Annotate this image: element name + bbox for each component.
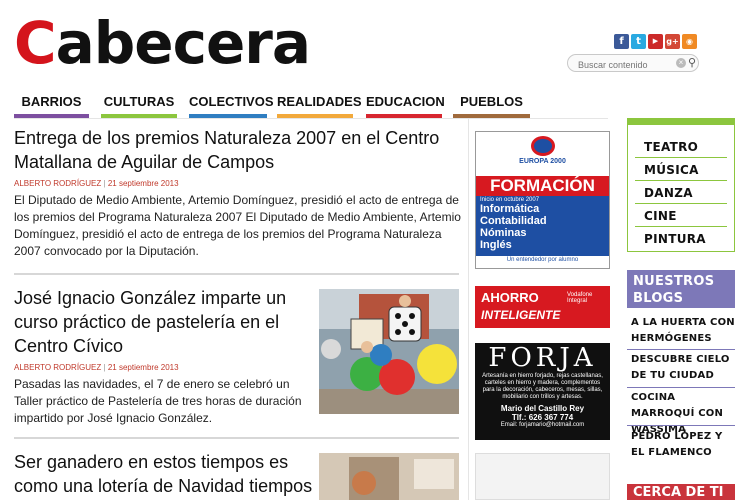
ad-footer: Un entendedor por alumno bbox=[506, 257, 579, 263]
article-excerpt: El Diputado de Medio Ambiente, Artemio D… bbox=[14, 193, 461, 258]
nav-pueblos[interactable]: PUEBLOS bbox=[453, 93, 530, 118]
column-divider bbox=[468, 118, 469, 500]
logo-first-letter: C bbox=[14, 9, 57, 77]
culture-categories: TEATRO MÚSICA DANZA CINE PINTURA bbox=[627, 118, 735, 252]
ad-vodafone[interactable]: AHORRO INTELIGENTE Vodafone Integral bbox=[475, 286, 610, 328]
article-date: 21 septiembre 2013 bbox=[107, 363, 179, 372]
facebook-icon[interactable]: f bbox=[614, 34, 629, 49]
ad-side: Vodafone Integral bbox=[567, 292, 593, 304]
logo-rest: abecera bbox=[55, 9, 311, 77]
category-teatro[interactable]: TEATRO bbox=[635, 136, 727, 158]
article-2: José Ignacio González imparte un curso p… bbox=[14, 286, 309, 427]
ad-forja-name: FORJA bbox=[488, 343, 597, 373]
article-meta: ALBERTO RODRÍGUEZ | 21 septiembre 2013 bbox=[14, 179, 179, 188]
nav-educacion[interactable]: EDUCACION bbox=[366, 93, 445, 118]
social-links: f t ▶ g+ ◉ bbox=[614, 34, 697, 49]
blog-divider bbox=[627, 349, 735, 350]
nav-culturas[interactable]: CULTURAS bbox=[101, 93, 177, 118]
article-separator bbox=[14, 437, 459, 439]
blog-link-cielo[interactable]: DESCUBRE CIELO DE TU CIUDAD bbox=[627, 352, 735, 384]
category-musica[interactable]: MÚSICA bbox=[635, 159, 727, 181]
article-excerpt: Pasadas las navidades, el 7 de enero se … bbox=[14, 377, 302, 425]
google-plus-icon[interactable]: g+ bbox=[665, 34, 680, 49]
article-author[interactable]: ALBERTO RODRÍGUEZ bbox=[14, 363, 101, 372]
article-title[interactable]: José Ignacio González imparte un curso p… bbox=[14, 286, 309, 358]
article-photo-cattle[interactable] bbox=[319, 453, 459, 500]
category-danza[interactable]: DANZA bbox=[635, 182, 727, 204]
ad-brand: EUROPA 2000 bbox=[519, 158, 566, 165]
article-3: Ser ganadero en estos tiempos es como un… bbox=[14, 450, 314, 498]
article-photo-pastry-workshop[interactable] bbox=[319, 289, 459, 414]
article-separator bbox=[14, 273, 459, 275]
nav-divider bbox=[14, 118, 608, 119]
search-box: × ⚲ bbox=[567, 54, 699, 73]
ad-course: Inglés bbox=[480, 239, 512, 251]
ad-course: Contabilidad bbox=[480, 215, 547, 227]
europa-logo-icon bbox=[530, 136, 555, 156]
youtube-icon[interactable]: ▶ bbox=[648, 34, 663, 49]
article-meta: ALBERTO RODRÍGUEZ | 21 septiembre 2013 bbox=[14, 363, 179, 372]
nav-realidades[interactable]: REALIDADES bbox=[277, 93, 362, 118]
blogs-heading: NUESTROS BLOGS bbox=[627, 270, 735, 308]
category-pintura[interactable]: PINTURA bbox=[635, 228, 727, 250]
ad-headline: FORMACIÓN bbox=[476, 176, 609, 196]
ad-forja-phone: Tlf.: 626 367 774 bbox=[511, 413, 574, 422]
ad-course: Informática bbox=[480, 203, 540, 215]
blog-link-flamenco[interactable]: PEDRO LÓPEZ Y EL FLAMENCO bbox=[627, 429, 735, 461]
article-date: 21 septiembre 2013 bbox=[107, 179, 179, 188]
article-title[interactable]: Entrega de los premios Naturaleza 2007 e… bbox=[14, 126, 464, 174]
ad-placeholder[interactable] bbox=[475, 453, 610, 500]
rss-icon[interactable]: ◉ bbox=[682, 34, 697, 49]
blog-link-huerta[interactable]: A LA HUERTA CON HERMÓGENES bbox=[627, 315, 735, 347]
ad-line1: AHORRO bbox=[481, 290, 539, 305]
ad-forja[interactable]: FORJA Artesanía en hierro forjado, rejas… bbox=[475, 343, 610, 440]
clear-icon[interactable]: × bbox=[676, 58, 686, 68]
ad-line2: INTELIGENTE bbox=[481, 308, 561, 322]
ad-europa-formacion[interactable]: EUROPA 2000 FORMACIÓN Inicio en octubre … bbox=[475, 131, 610, 269]
site-logo[interactable]: Cabecera bbox=[14, 9, 311, 77]
search-input[interactable] bbox=[568, 57, 668, 73]
twitter-icon[interactable]: t bbox=[631, 34, 646, 49]
article-1: Entrega de los premios Naturaleza 2007 e… bbox=[14, 126, 464, 260]
ad-forja-desc: Artesanía en hierro forjado, rejas caste… bbox=[482, 373, 603, 400]
ad-forja-email: Email: forjamario@hotmail.com bbox=[500, 422, 585, 428]
search-icon[interactable]: ⚲ bbox=[688, 56, 696, 69]
blog-divider bbox=[627, 387, 735, 388]
ad-forja-owner: Mario del Castillo Rey bbox=[500, 404, 585, 413]
blog-divider bbox=[627, 425, 735, 426]
nav-barrios[interactable]: BARRIOS bbox=[14, 93, 89, 118]
cerca-heading: CERCA DE TI bbox=[627, 484, 735, 500]
article-author[interactable]: ALBERTO RODRÍGUEZ bbox=[14, 179, 101, 188]
category-cine[interactable]: CINE bbox=[635, 205, 727, 227]
ad-course: Nóminas bbox=[480, 227, 527, 239]
article-title[interactable]: Ser ganadero en estos tiempos es como un… bbox=[14, 450, 314, 498]
nav-colectivos[interactable]: COLECTIVOS bbox=[189, 93, 274, 118]
